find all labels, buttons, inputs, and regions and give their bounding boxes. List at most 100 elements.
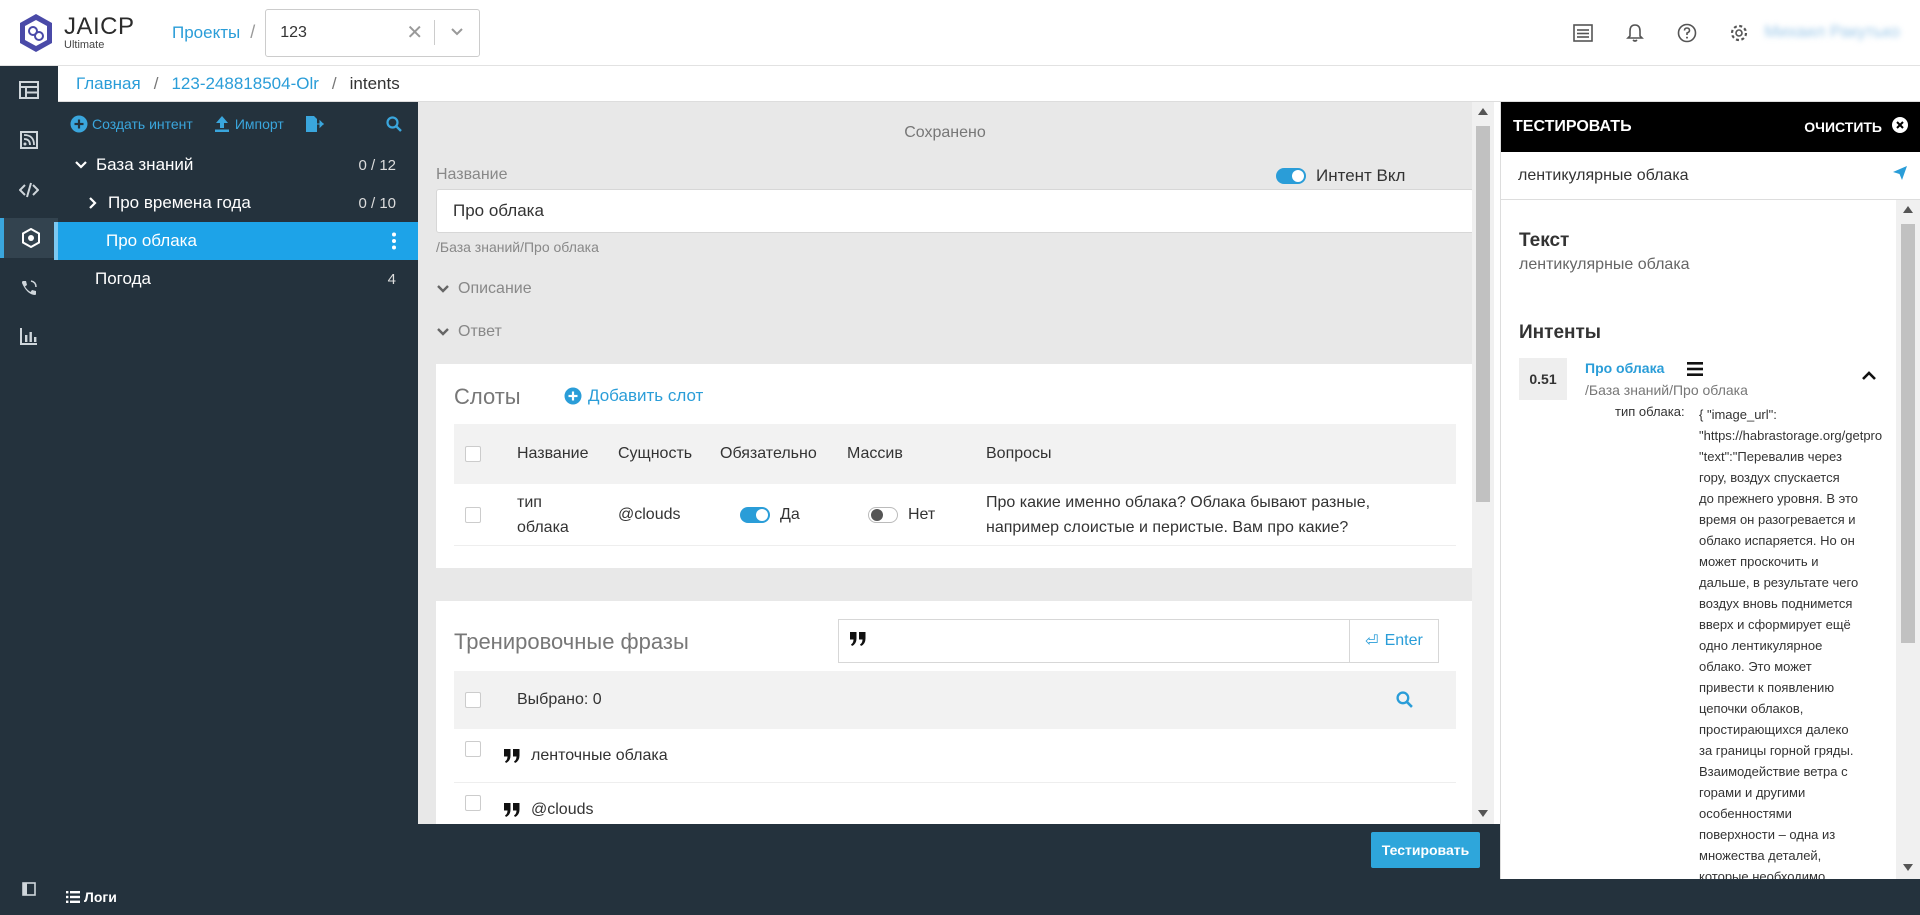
create-intent-button[interactable]: Создать интент: [70, 115, 193, 133]
test-panel-scrollbar[interactable]: [1896, 200, 1920, 879]
help-icon[interactable]: [1676, 22, 1698, 44]
rail-code-icon[interactable]: [0, 170, 58, 210]
save-status: Сохранено: [904, 124, 986, 141]
tree-toolbar: Создать интент Импорт: [58, 102, 418, 146]
logs-bar[interactable]: Логи: [58, 879, 1920, 915]
tree-item-count: 0 / 10: [358, 194, 396, 212]
slot-entity: @clouds: [618, 505, 681, 523]
row-checkbox[interactable]: [465, 506, 481, 523]
test-button[interactable]: Тестировать: [1371, 832, 1480, 868]
chevron-down-icon[interactable]: [435, 24, 479, 42]
enter-icon: ⏎: [1365, 633, 1379, 650]
clear-icon[interactable]: ✕: [395, 20, 436, 45]
slot-name-line: облака: [517, 518, 569, 536]
phrase-checkbox[interactable]: [465, 794, 481, 811]
select-all-phrases-checkbox[interactable]: [465, 692, 481, 708]
project-select-value: 123: [280, 23, 307, 41]
project-select[interactable]: 123 ✕: [265, 8, 481, 57]
plus-circle-icon: [564, 387, 582, 405]
answer-toggle[interactable]: Ответ: [436, 323, 502, 341]
slot-value-line: дальше, в результате чего: [1699, 575, 1859, 590]
slot-value-line: за границы горной гряды.: [1699, 743, 1854, 758]
send-icon[interactable]: [1892, 165, 1908, 186]
scroll-down-icon[interactable]: [1478, 810, 1488, 817]
slot-array-toggle[interactable]: Нет: [868, 506, 935, 524]
scroll-down-icon[interactable]: [1903, 864, 1913, 871]
intent-link[interactable]: Про облака: [1585, 360, 1664, 376]
intent-editor: Сохранено Название Интент Вкл Про облака…: [418, 102, 1472, 824]
more-vertical-icon[interactable]: [392, 232, 396, 255]
list-item[interactable]: ленточные облака: [454, 729, 1456, 783]
search-icon[interactable]: [1396, 691, 1413, 713]
breadcrumb-project-link[interactable]: 123-248818504-Olr: [171, 74, 318, 94]
breadcrumb: Главная / 123-248818504-Olr / intents: [58, 66, 1920, 102]
app: JAICP Ultimate Проекты / 123 ✕ Михаил Ра…: [0, 0, 1920, 915]
chevron-down-icon: [437, 285, 449, 293]
projects-link[interactable]: Проекты: [172, 23, 240, 43]
tree-item-weather[interactable]: Погода 4: [58, 260, 418, 298]
intent-path: /База знаний/Про облака: [436, 239, 599, 255]
user-name[interactable]: Михаил Ракутько: [1764, 22, 1900, 42]
breadcrumb-separator: /: [331, 73, 337, 93]
scrollbar-thumb[interactable]: [1901, 224, 1915, 643]
rail-dashboard-icon[interactable]: [0, 70, 58, 110]
import-button[interactable]: Импорт: [213, 115, 284, 133]
export-button[interactable]: [304, 115, 324, 133]
table-row[interactable]: тип облака @clouds Да Нет Про какие имен…: [454, 484, 1456, 546]
breadcrumb-home-link[interactable]: Главная: [76, 74, 141, 94]
rail-analytics-icon[interactable]: [0, 316, 58, 356]
intent-name-value: Про облака: [453, 201, 544, 220]
toggle-switch[interactable]: [740, 506, 770, 523]
add-slot-label: Добавить слот: [588, 386, 704, 405]
slot-value-line: облако. Это может: [1699, 659, 1812, 674]
close-circle-icon[interactable]: [1892, 116, 1908, 138]
chevron-up-icon[interactable]: [1861, 368, 1877, 386]
slot-required-toggle[interactable]: Да: [740, 506, 800, 524]
intent-enabled-label: Интент Вкл: [1316, 166, 1406, 185]
logo[interactable]: JAICP Ultimate: [18, 13, 136, 53]
select-all-checkbox[interactable]: [465, 446, 481, 462]
tree-item-knowledge-base[interactable]: База знаний 0 / 12: [58, 146, 418, 184]
quote-icon: [503, 802, 521, 823]
clear-button[interactable]: ОЧИСТИТЬ: [1804, 119, 1882, 135]
rail-intents-icon[interactable]: [0, 218, 58, 258]
chevron-right-icon[interactable]: [84, 197, 102, 209]
intent-name-input[interactable]: Про облака: [436, 189, 1472, 233]
text-section-title: Текст: [1519, 230, 1570, 251]
toggle-switch[interactable]: [1276, 168, 1306, 184]
enter-button[interactable]: ⏎ Enter: [1349, 619, 1439, 663]
phrase-checkbox[interactable]: [465, 740, 481, 757]
search-icon[interactable]: [386, 116, 402, 135]
chevron-down-icon[interactable]: [72, 161, 90, 169]
description-toggle[interactable]: Описание: [436, 280, 532, 298]
menu-icon[interactable]: [1687, 362, 1703, 381]
bell-icon[interactable]: [1624, 22, 1646, 44]
intent-enabled-toggle[interactable]: Интент Вкл: [1276, 166, 1405, 186]
test-input[interactable]: лентикулярные облака: [1501, 152, 1920, 200]
list-item[interactable]: @clouds: [454, 783, 1456, 824]
rail-feed-icon[interactable]: [0, 120, 58, 160]
tree-item-seasons[interactable]: Про времена года 0 / 10: [58, 184, 418, 222]
toggle-switch[interactable]: [868, 506, 898, 523]
slot-value-line: облако испаряется. Но он: [1699, 533, 1855, 548]
scroll-up-icon[interactable]: [1903, 206, 1913, 213]
editor-scrollbar[interactable]: [1472, 102, 1494, 824]
import-label: Импорт: [234, 116, 284, 132]
rail-phone-icon[interactable]: [0, 268, 58, 308]
phrase-input[interactable]: [838, 619, 1350, 663]
create-intent-label: Создать интент: [92, 116, 193, 132]
list-icon: [66, 891, 80, 903]
scroll-up-icon[interactable]: [1478, 108, 1488, 115]
scrollbar-thumb[interactable]: [1476, 126, 1490, 502]
phrase-text: ленточные облака: [531, 746, 668, 764]
tree-item-clouds[interactable]: Про облака: [54, 222, 418, 260]
add-slot-button[interactable]: Добавить слот: [564, 386, 703, 406]
export-file-icon: [305, 116, 324, 132]
gear-icon[interactable]: [1728, 22, 1750, 44]
rail-panel-toggle-icon[interactable]: [0, 869, 58, 909]
docs-icon[interactable]: [1572, 22, 1594, 44]
selected-count: Выбрано: 0: [517, 691, 602, 708]
answer-label: Ответ: [458, 323, 502, 340]
slot-value-line: которые необходимо: [1699, 869, 1826, 879]
tree-item-label: База знаний: [96, 155, 194, 174]
